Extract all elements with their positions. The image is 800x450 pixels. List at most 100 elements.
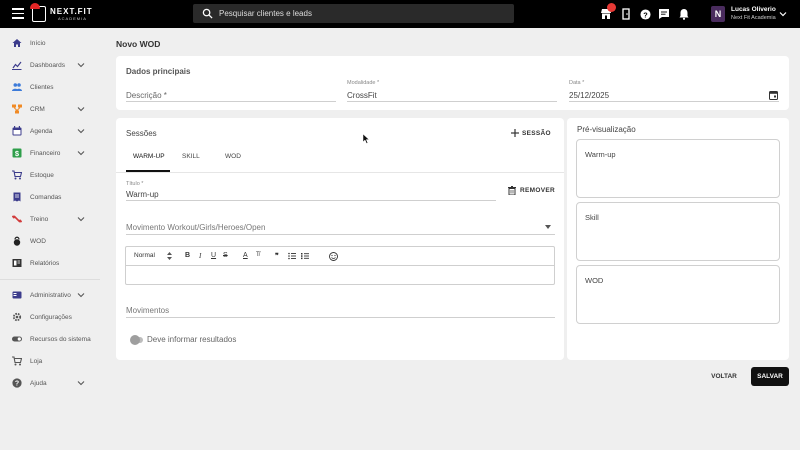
- preview-box-skill: Skill: [576, 202, 780, 261]
- sidebar-item-configuracoes[interactable]: Configurações: [0, 307, 100, 327]
- receipt-icon: [13, 192, 21, 202]
- data-field[interactable]: 25/12/2025: [569, 91, 609, 100]
- svg-text:?: ?: [643, 10, 648, 19]
- sidebar-item-agenda[interactable]: Agenda: [0, 121, 100, 141]
- bullet-list-icon[interactable]: [301, 252, 309, 260]
- help-icon[interactable]: ?: [639, 8, 651, 20]
- sidebar-item-financeiro[interactable]: $ Financeiro: [0, 143, 100, 163]
- santa-hat-icon: [30, 3, 40, 9]
- sidebar: Início Dashboards Clientes CRM Agenda $ …: [0, 28, 100, 450]
- sidebar-item-label: Loja: [30, 357, 43, 365]
- remove-session-button[interactable]: REMOVER: [520, 187, 555, 194]
- sidebar-item-dashboards[interactable]: Dashboards: [0, 55, 100, 75]
- search-placeholder: Pesquisar clientes e leads: [219, 9, 312, 18]
- search-bar[interactable]: Pesquisar clientes e leads: [193, 4, 514, 23]
- editor-toolbar: Normal B I U S A T̸ ❞: [126, 247, 554, 266]
- clear-format-icon[interactable]: T̸: [256, 252, 260, 258]
- sidebar-item-label: Clientes: [30, 83, 54, 91]
- plus-icon[interactable]: [511, 129, 519, 137]
- sidebar-item-estoque[interactable]: Estoque: [0, 165, 100, 185]
- format-select[interactable]: Normal: [134, 252, 155, 259]
- dados-principais-title: Dados principais: [126, 67, 191, 76]
- sidebar-item-label: Financeiro: [30, 149, 61, 157]
- chat-icon[interactable]: [658, 8, 670, 20]
- add-session-button[interactable]: SESSÃO: [522, 130, 551, 137]
- chevron-down-icon: [77, 107, 85, 112]
- sidebar-item-ajuda[interactable]: ? Ajuda: [0, 373, 100, 393]
- sidebar-item-crm[interactable]: CRM: [0, 99, 100, 119]
- movimentos-underline: [126, 317, 555, 318]
- hierarchy-icon: [12, 104, 22, 114]
- sidebar-item-comandas[interactable]: Comandas: [0, 187, 100, 207]
- ordered-list-icon[interactable]: [288, 252, 296, 260]
- id-card-icon: [12, 291, 22, 299]
- kettlebell-icon: [13, 236, 21, 246]
- quote-icon[interactable]: ❞: [275, 252, 279, 260]
- chevron-down-icon: [77, 129, 85, 134]
- sidebar-item-clientes[interactable]: Clientes: [0, 77, 100, 97]
- descricao-field[interactable]: Descrição *: [126, 91, 167, 100]
- movimento-underline: [126, 234, 555, 235]
- strikethrough-icon[interactable]: S: [223, 252, 228, 259]
- rich-text-editor[interactable]: Normal B I U S A T̸ ❞: [125, 246, 555, 285]
- dropdown-arrow-icon[interactable]: [545, 225, 551, 229]
- avatar[interactable]: N: [711, 6, 725, 22]
- menu-icon[interactable]: [12, 8, 24, 20]
- home-icon: [12, 39, 22, 47]
- updown-arrows-icon[interactable]: [167, 252, 172, 260]
- sidebar-item-recursos[interactable]: Recursos do sistema: [0, 329, 100, 349]
- titulo-label: Título *: [126, 181, 144, 187]
- notification-dot: [607, 3, 616, 12]
- sidebar-item-label: Configurações: [30, 313, 72, 321]
- sessoes-title: Sessões: [126, 129, 157, 138]
- sidebar-item-wod[interactable]: WOD: [0, 231, 100, 251]
- movimento-select[interactable]: Movimento Workout/Girls/Heroes/Open: [126, 223, 265, 232]
- exit-door-icon[interactable]: [620, 8, 632, 20]
- emoji-icon[interactable]: [329, 252, 338, 261]
- chevron-down-icon: [77, 217, 85, 222]
- data-label: Data *: [569, 80, 585, 86]
- toggle-icon: [12, 336, 22, 342]
- cart-icon: [12, 356, 22, 366]
- text-color-icon[interactable]: A: [243, 252, 248, 259]
- movimentos-field[interactable]: Movimentos: [126, 306, 169, 315]
- sidebar-item-label: Agenda: [30, 127, 53, 135]
- tab-warm-up[interactable]: WARM-UP: [133, 153, 165, 160]
- tab-wod[interactable]: WOD: [225, 153, 241, 160]
- bold-icon[interactable]: B: [185, 252, 190, 259]
- toggle-knob[interactable]: [130, 335, 140, 345]
- sidebar-item-inicio[interactable]: Início: [0, 33, 100, 53]
- back-button[interactable]: VOLTAR: [705, 367, 743, 386]
- modalidade-field[interactable]: CrossFit: [347, 91, 377, 100]
- money-icon: $: [12, 148, 22, 158]
- sidebar-item-label: Início: [30, 39, 46, 47]
- sidebar-item-label: Recursos do sistema: [30, 335, 91, 343]
- logo-subtext: ACADEMIA: [58, 16, 87, 21]
- titulo-field[interactable]: Warm-up: [126, 190, 159, 199]
- tab-skill[interactable]: SKILL: [182, 153, 200, 160]
- calendar-icon[interactable]: [769, 90, 778, 100]
- sidebar-item-loja[interactable]: Loja: [0, 351, 100, 371]
- dumbbell-icon: [12, 215, 22, 223]
- sidebar-item-treino[interactable]: Treino: [0, 209, 100, 229]
- underline-icon[interactable]: U: [211, 252, 216, 259]
- gear-icon: [12, 312, 22, 322]
- toggle-label: Deve informar resultados: [147, 335, 237, 344]
- user-name[interactable]: Lucas Oliverio: [731, 6, 776, 13]
- cart-icon: [12, 170, 22, 180]
- chevron-down-icon[interactable]: [779, 10, 787, 18]
- save-button[interactable]: SALVAR: [751, 367, 789, 386]
- sidebar-divider: [0, 279, 100, 280]
- bell-icon[interactable]: [678, 8, 690, 20]
- report-icon: [12, 259, 22, 267]
- logo[interactable]: NEXT.FIT ACADEMIA: [30, 3, 92, 24]
- italic-icon[interactable]: I: [199, 252, 201, 260]
- sidebar-item-relatorios[interactable]: Relatórios: [0, 253, 100, 273]
- preview-box-warm-up: Warm-up: [576, 139, 780, 198]
- trash-icon[interactable]: [508, 186, 516, 195]
- titulo-underline: [126, 200, 496, 201]
- sidebar-item-label: Relatórios: [30, 259, 60, 267]
- page-title: Novo WOD: [116, 39, 161, 49]
- sidebar-item-administrativo[interactable]: Administrativo: [0, 285, 100, 305]
- chevron-down-icon: [77, 63, 85, 68]
